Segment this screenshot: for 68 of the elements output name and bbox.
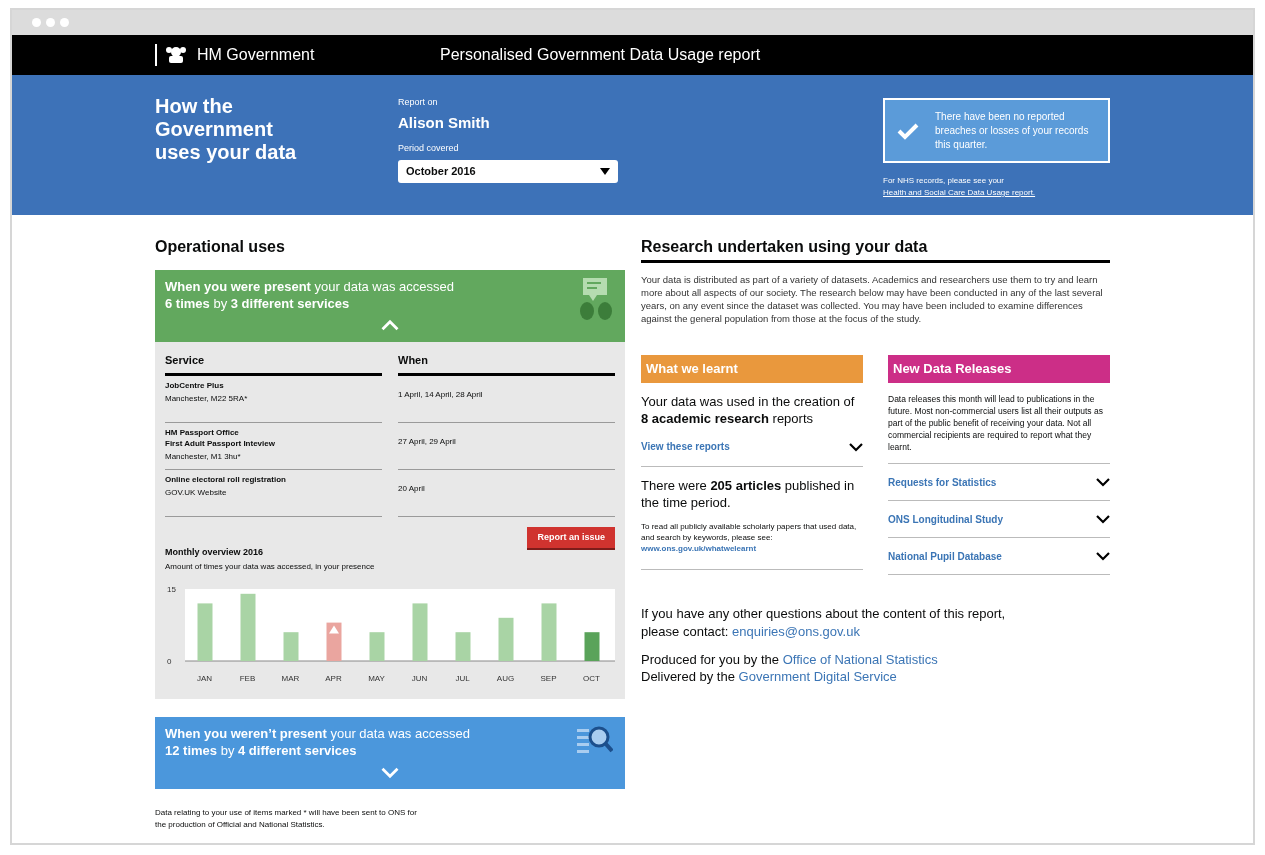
- credit-line: Produced for you by the Office of National Statistics: [641, 651, 939, 668]
- dropdown-caret-icon: [600, 167, 610, 175]
- table-cell: 27 April, 29 April: [398, 436, 456, 446]
- report-issue-button[interactable]: Report an issue: [527, 526, 615, 550]
- axis-tick-label: 0: [167, 656, 172, 666]
- notice-text: There have been no reported breaches or losses of your records this quarter.: [935, 109, 1090, 152]
- organisation-link[interactable]: Office of National Statistics: [782, 652, 938, 667]
- reading-note: To read all publicly available scholarly papers that used data, and search by keywords, please see: www.ons.gov.uk/whatwelearnt: [641, 521, 858, 554]
- page-title: Personalised Government Data Usage report: [440, 45, 761, 65]
- releases-paragraph: Data releases this month will lead to publications in the future. Most non-commercial users list all their outputs as part of the public benefit of receiving your data. Not all commercial recipients are required to report what they learnt.: [888, 393, 1110, 464]
- section-banner: New Data Releases: [888, 355, 1110, 383]
- chart-title: Monthly overview 2016: [165, 546, 265, 559]
- people-chat-icon: [579, 278, 613, 320]
- banner-heading: How the Government uses your data: [155, 95, 298, 165]
- service-location: Manchester, M22 5RA*: [165, 392, 249, 404]
- credit-line: Delivered by the Government Digital Service: [641, 668, 898, 685]
- intro-paragraph: Your data is distributed as part of a variety of datasets. Academics and researchers use them to try and learn more about all aspects of our society. The research below may have been conducted in any of the last several years, on any event since the dataset was collected. You may have been included to examine differences against the general population from those at the focus of the study.: [641, 273, 1104, 325]
- period-dropdown[interactable]: October 2016: [398, 159, 618, 183]
- column-header: Service: [165, 352, 382, 376]
- axis-tick-label: FEB: [239, 673, 256, 683]
- axis-tick-label: APR: [325, 673, 342, 683]
- axis-tick-label: JUN: [411, 673, 428, 683]
- nhs-note: For NHS records, please see your Health and Social Care Data Usage report.: [883, 175, 1037, 199]
- website-link[interactable]: www.ons.gov.uk/whatwelearnt: [641, 544, 757, 553]
- service-location: Manchester, M1 3hu*: [165, 450, 242, 462]
- accordion-row[interactable]: View these reports: [641, 427, 863, 467]
- accordion-row[interactable]: Requests for Statistics: [888, 464, 1110, 501]
- brand-name: HM Government: [197, 45, 316, 65]
- usage-summary: Your data was used in the creation of 8 academic research reports: [641, 393, 856, 427]
- panel-summary: When you were present your data was accessed 6 times by 3 different services: [165, 278, 455, 312]
- section-heading: Research undertaken using your data: [641, 237, 929, 257]
- field-label: Period covered: [398, 142, 460, 155]
- nhs-report-link[interactable]: Health and Social Care Data Usage report.: [883, 188, 1036, 197]
- axis-tick-label: AUG: [496, 673, 515, 683]
- axis-tick-label: MAR: [281, 673, 300, 683]
- search-list-icon: [577, 724, 613, 753]
- organisation-link[interactable]: Government Digital Service: [738, 669, 897, 684]
- email-link[interactable]: enquiries@ons.gov.uk: [732, 624, 860, 639]
- accordion-panel[interactable]: When you were present your data was accessed 6 times by 3 different services: [155, 270, 625, 342]
- axis-tick-label: JAN: [196, 673, 213, 683]
- section-banner: What we learnt: [641, 355, 863, 383]
- axis-tick-label: MAY: [368, 673, 385, 683]
- checkmark-icon: [897, 121, 919, 140]
- axis-tick-label: 15: [167, 584, 176, 594]
- chart-subtitle: Amount of times your data was accessed, in your presence: [165, 560, 376, 573]
- axis-tick-label: OCT: [583, 673, 600, 683]
- person-name: Alison Smith: [398, 112, 491, 133]
- axis-tick-label: SEP: [540, 673, 557, 683]
- section-heading: Operational uses: [155, 237, 286, 257]
- service-name: Online electoral roll registration: [165, 473, 287, 485]
- crest-icon: [165, 44, 187, 66]
- service-name: First Adult Passport Inteview: [165, 437, 276, 449]
- articles-summary: There were 205 articles published in the time period.: [641, 477, 856, 511]
- field-label: Report on: [398, 96, 439, 109]
- accordion-row[interactable]: ONS Longitudinal Study: [888, 501, 1110, 538]
- axis-tick-label: JUL: [455, 673, 470, 683]
- column-header: When: [398, 352, 615, 376]
- contact-paragraph: If you have any other questions about the content of this report, please contact: enquiries@ons.gov.uk: [641, 605, 1007, 641]
- table-cell: 20 April: [398, 483, 425, 493]
- panel-summary: When you weren’t present your data was accessed 12 times by 4 different services: [165, 724, 471, 759]
- accordion-panel[interactable]: When you weren’t present your data was accessed 12 times by 4 different services: [155, 716, 625, 789]
- warning-icon: [329, 625, 339, 634]
- service-location: GOV.UK Website: [165, 486, 228, 498]
- footnote: Data relating to your use of items marked * will have been sent to ONS for the production of Official and National Statistics.: [155, 806, 418, 831]
- table-cell: 1 April, 14 April, 28 April: [398, 389, 483, 399]
- service-name: JobCentre Plus: [165, 379, 225, 391]
- accordion-row[interactable]: National Pupil Database: [888, 538, 1110, 575]
- service-name: HM Passport Office: [165, 426, 240, 438]
